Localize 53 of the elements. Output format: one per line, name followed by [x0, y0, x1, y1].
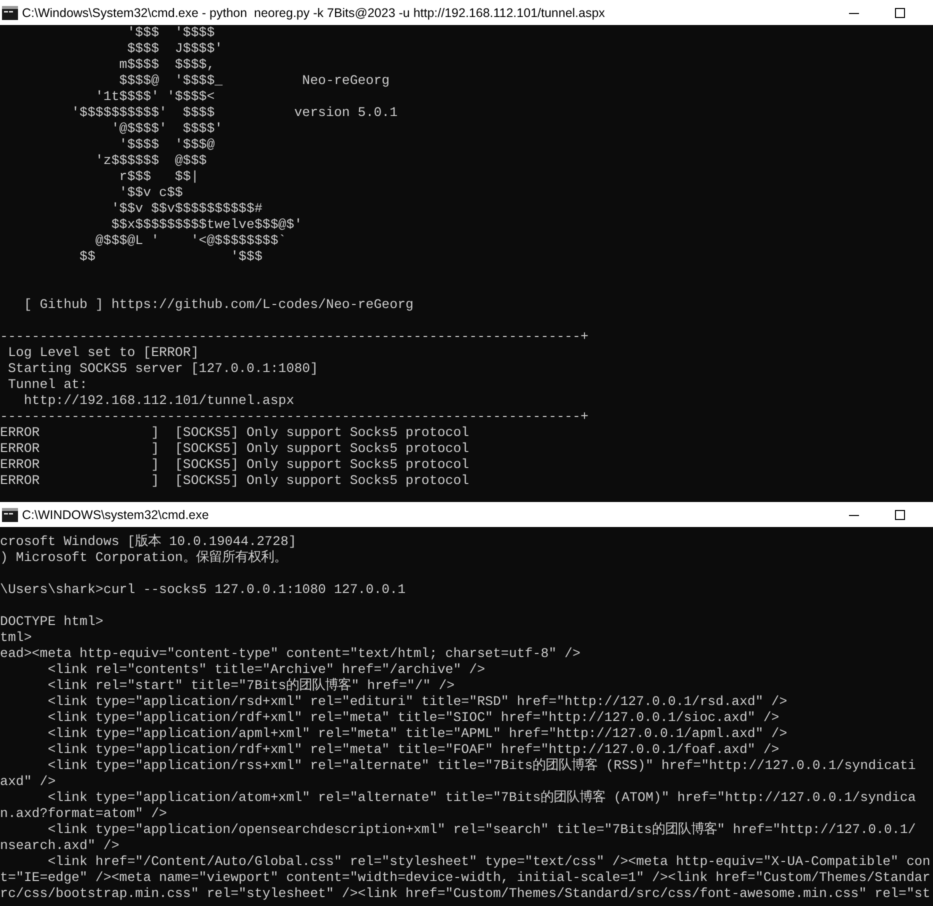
console-line: r$$$ $$| — [118, 169, 199, 185]
console-line: <link type="application/atom+xml" rel="alternate" title="7Bits的团队博客 (ATOM)" href="http://127.0.0.1/syndica — [46, 790, 916, 806]
terminal-icon — [2, 508, 18, 522]
console-line: '$$$ '$$$$ — [126, 25, 215, 41]
console-line: <link rel="start" title="7Bits的团队博客" href="/" /> — [46, 678, 455, 694]
console-line: Log Level set to [ERROR] — [6, 345, 199, 361]
console-line: '$$$$ '$$$@ — [118, 137, 215, 153]
console-line: $$$$@ '$$$$_ Neo-reGeorg — [118, 73, 390, 89]
console-line: ERROR ] [SOCKS5] Only support Socks5 protocol — [0, 473, 470, 489]
console-line: <link type="application/rdf+xml" rel="meta" title="FOAF" href="http://127.0.0.1/foaf.axd" /> — [46, 742, 780, 758]
console-line: ead><meta http-equiv="content-type" content="text/html; charset=utf-8" /> — [0, 646, 580, 662]
console-line: axd" /> — [0, 774, 56, 790]
console-line: '$$v $$v$$$$$$$$$$# — [110, 201, 262, 217]
console-line: <link href="/Content/Auto/Global.css" rel="stylesheet" type="text/css" /><meta http-equiv="X-UA-Compatible" con — [46, 854, 930, 870]
console-line: -------------------------------------------------------------------------+ — [0, 409, 588, 425]
window-title: C:\Windows\System32\cmd.exe - python neoreg.py -k 7Bits@2023 -u http://192.168.112.101/tunnel.aspx — [22, 6, 606, 20]
console-line: t="IE=edge" /><meta name="viewport" content="width=device-width, initial-scale=1" /><link href="Custom/Themes/Standar — [0, 870, 930, 886]
console-line: crosoft Windows [版本 10.0.19044.2728] — [0, 534, 296, 550]
console-line: tml> — [0, 630, 32, 646]
console-line: nsearch.axd" /> — [0, 838, 120, 854]
console-line: \Users\shark>curl --socks5 127.0.0.1:1080 127.0.0.1 — [0, 582, 406, 598]
console-line: $$ '$$$ — [78, 249, 262, 265]
terminal-icon — [2, 6, 18, 20]
console-line: <link type="application/rss+xml" rel="alternate" title="7Bits的团队博客 (RSS)" href="http://127.0.0.1/syndicati — [46, 758, 916, 774]
console-line: ERROR ] [SOCKS5] Only support Socks5 protocol — [0, 441, 470, 457]
console-line: @$$$@L ' '<@$$$$$$$$` — [94, 233, 286, 249]
console-line: n.axd?format=atom" /> — [0, 806, 167, 822]
console-line: rc/css/bootstrap.min.css" rel="stylesheet" /><link href="Custom/Themes/Standard/src/css/font-awesome.min.css" rel="st — [0, 886, 930, 902]
console-line: http://192.168.112.101/tunnel.aspx — [22, 393, 294, 409]
console-line: ERROR ] [SOCKS5] Only support Socks5 protocol — [0, 425, 470, 441]
console-line: ) Microsoft Corporation。保留所有权利。 — [0, 550, 287, 566]
console-line: <link type="application/rdf+xml" rel="meta" title="SIOC" href="http://127.0.0.1/sioc.axd" /> — [46, 710, 780, 726]
console-line: Starting SOCKS5 server [127.0.0.1:1080] — [6, 361, 318, 377]
console-line: <link rel="contents" title="Archive" href="/archive" /> — [46, 662, 486, 678]
console-line: [ Github ] https://github.com/L-codes/Neo-reGeorg — [22, 297, 414, 313]
console-line: '$$v c$$ — [118, 185, 183, 201]
console-line: -------------------------------------------------------------------------+ — [0, 329, 588, 345]
console-line: '1t$$$$' '$$$$< — [94, 89, 215, 105]
console-line: <link type="application/rsd+xml" rel="edituri" title="RSD" href="http://127.0.0.1/rsd.axd" /> — [46, 694, 788, 710]
console-line: $$x$$$$$$$$$twelve$$$@$' — [110, 217, 302, 233]
console-line: DOCTYPE html> — [0, 614, 104, 630]
console-line: '$$$$$$$$$$' $$$$ version 5.0.1 — [70, 105, 398, 121]
maximize-icon — [895, 8, 905, 18]
console-line: 'z$$$$$$ @$$$ — [94, 153, 207, 169]
console-line: <link type="application/apml+xml" rel="meta" title="APML" href="http://127.0.0.1/apml.axd" /> — [46, 726, 788, 742]
console-line: <link type="application/opensearchdescription+xml" rel="search" title="7Bits的团队博客" href="http://127.0.0.1/ — [46, 822, 916, 838]
maximize-icon — [895, 510, 905, 520]
console-line: Tunnel at: — [6, 377, 88, 393]
console-line: $$$$ J$$$$' — [126, 41, 223, 57]
console-line: '@$$$$' $$$$' — [110, 121, 223, 137]
console-line: m$$$$ $$$$, — [118, 57, 215, 73]
console-line: ERROR ] [SOCKS5] Only support Socks5 protocol — [0, 457, 470, 473]
window-title: C:\WINDOWS\system32\cmd.exe — [22, 508, 210, 522]
